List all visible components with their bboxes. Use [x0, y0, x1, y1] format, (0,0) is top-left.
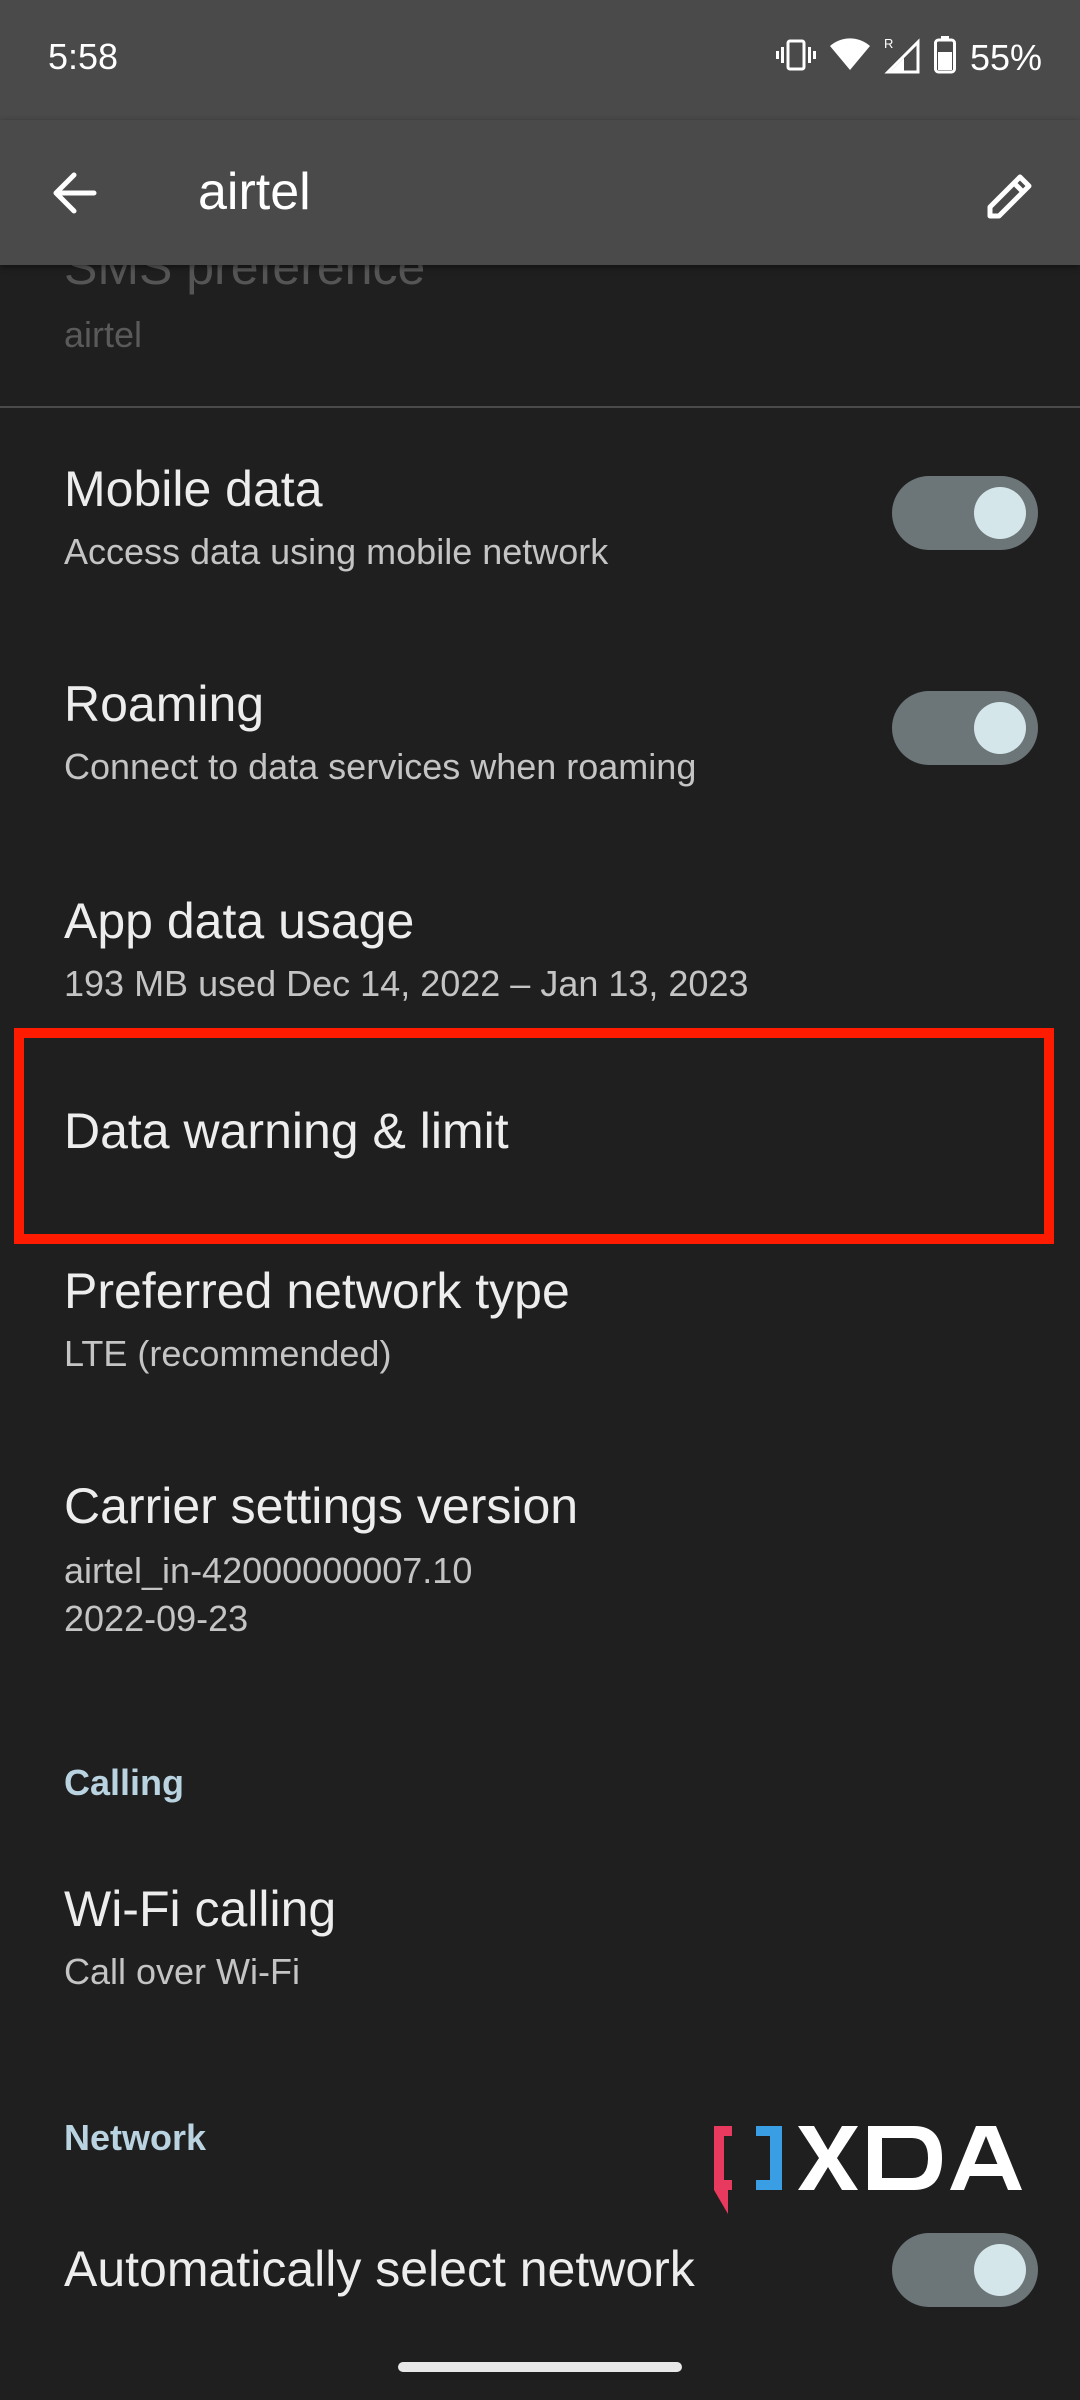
settings-list: SMS preference airtel Mobile data Access… [0, 0, 1080, 2400]
mobile-data-toggle[interactable] [892, 476, 1038, 550]
app-data-usage-item[interactable]: App data usage 193 MB used Dec 14, 2022 … [0, 862, 1080, 1032]
status-bar: 5:58 R 55% [0, 0, 1080, 120]
automatically-select-network-title: Automatically select network [64, 2241, 695, 2297]
roaming-title: Roaming [64, 676, 265, 732]
carrier-settings-version-line1: airtel_in-42000000007.10 [64, 1550, 473, 1591]
carrier-settings-version-item[interactable]: Carrier settings version airtel_in-42000… [0, 1455, 1080, 1695]
app-data-usage-subtitle: 193 MB used Dec 14, 2022 – Jan 13, 2023 [64, 963, 749, 1004]
wifi-calling-title: Wi-Fi calling [64, 1881, 337, 1937]
pencil-icon [984, 170, 1036, 227]
preferred-network-type-title: Preferred network type [64, 1263, 570, 1319]
svg-text:R: R [884, 36, 893, 51]
mobile-data-item[interactable]: Mobile data Access data using mobile net… [0, 430, 1080, 630]
app-data-usage-title: App data usage [64, 893, 415, 949]
toggle-knob [974, 702, 1026, 754]
status-icons: R 55% [775, 36, 1042, 79]
data-warning-limit-title: Data warning & limit [64, 1103, 509, 1159]
mobile-data-subtitle: Access data using mobile network [64, 531, 609, 572]
wifi-calling-subtitle: Call over Wi-Fi [64, 1951, 301, 1992]
app-bar: airtel [0, 120, 1080, 265]
mobile-data-title: Mobile data [64, 461, 323, 517]
data-warning-limit-item[interactable]: Data warning & limit [0, 1040, 1080, 1230]
section-header-calling: Calling [64, 1762, 185, 1803]
roaming-toggle[interactable] [892, 691, 1038, 765]
status-time: 5:58 [48, 36, 119, 77]
preferred-network-type-value: LTE (recommended) [64, 1333, 392, 1374]
sms-preference-value: airtel [64, 314, 143, 355]
carrier-settings-version-title: Carrier settings version [64, 1478, 579, 1534]
carrier-settings-version-line2: 2022-09-23 [64, 1598, 249, 1639]
roaming-subtitle: Connect to data services when roaming [64, 746, 697, 787]
preferred-network-type-item[interactable]: Preferred network type LTE (recommended) [0, 1240, 1080, 1440]
wifi-calling-item[interactable]: Wi-Fi calling Call over Wi-Fi [0, 1850, 1080, 2050]
toggle-knob [974, 2244, 1026, 2296]
back-button[interactable] [34, 160, 114, 230]
home-indicator[interactable] [398, 2362, 682, 2372]
wifi-icon [829, 38, 870, 77]
automatically-select-network-toggle[interactable] [892, 2233, 1038, 2307]
battery-icon [933, 36, 956, 79]
edit-button[interactable] [970, 158, 1050, 238]
arrow-left-icon [50, 171, 98, 220]
roaming-item[interactable]: Roaming Connect to data services when ro… [0, 645, 1080, 845]
divider [0, 406, 1080, 408]
toggle-knob [974, 487, 1026, 539]
vibrate-icon [775, 37, 816, 78]
section-header-network: Network [64, 2117, 207, 2158]
automatically-select-network-item[interactable]: Automatically select network [0, 2220, 1080, 2320]
xda-watermark-logo [706, 2118, 1050, 2218]
battery-percent: 55% [969, 36, 1042, 78]
signal-roaming-icon: R [884, 36, 920, 79]
page-title: airtel [198, 163, 311, 221]
